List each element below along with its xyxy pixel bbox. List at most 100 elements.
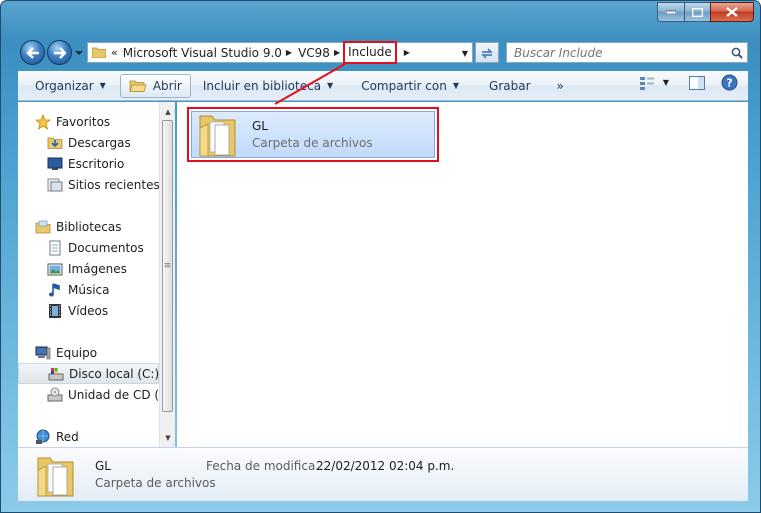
libraries-icon <box>35 219 51 235</box>
close-icon <box>726 7 738 17</box>
scroll-down-icon[interactable]: ▼ <box>160 430 176 446</box>
breadcrumb-arrow-icon[interactable]: ▶ <box>334 48 340 57</box>
open-folder-icon <box>129 80 147 92</box>
change-view-button[interactable]: ▼ <box>639 76 669 90</box>
refresh-icon <box>481 48 493 58</box>
cd-drive-icon <box>47 387 63 403</box>
star-icon <box>35 113 51 130</box>
breadcrumb-label: Include <box>348 45 392 59</box>
file-list: GL Carpeta de archivos <box>177 102 748 447</box>
navigation-tree: Favoritos Descargas Escritorio Sitios re… <box>18 102 159 447</box>
arrow-left-icon <box>25 46 39 59</box>
file-tile-highlight: GL Carpeta de archivos <box>187 107 439 162</box>
folder-icon <box>92 47 106 58</box>
nav-network[interactable]: Red <box>18 426 159 447</box>
nav-item-recent-places[interactable]: Sitios recientes <box>18 174 159 195</box>
breadcrumb-current[interactable]: Include <box>343 40 397 64</box>
include-library-menu[interactable]: Incluir en biblioteca ▼ <box>195 74 341 98</box>
nav-label: Descargas <box>68 135 131 150</box>
help-icon[interactable]: ? <box>721 74 738 91</box>
details-pane: GL Carpeta de archivos Fecha de modifica… <box>18 447 748 501</box>
nav-label: Equipo <box>56 345 98 360</box>
chevron-down-icon: ▼ <box>99 81 106 90</box>
nav-label: Red <box>56 429 79 444</box>
chevron-down-icon: ▼ <box>662 78 669 87</box>
nav-item-cd-drive[interactable]: Unidad de CD (F: <box>18 384 159 405</box>
forward-button[interactable] <box>47 40 72 65</box>
close-button[interactable] <box>710 2 754 22</box>
search-box[interactable] <box>506 42 748 63</box>
minimize-button[interactable] <box>657 2 684 22</box>
desktop-icon <box>47 156 63 172</box>
organize-menu[interactable]: Organizar ▼ <box>18 74 114 98</box>
navigation-pane: Favoritos Descargas Escritorio Sitios re… <box>18 102 175 447</box>
folder-item[interactable]: GL Carpeta de archivos <box>191 111 435 158</box>
view-options-icon <box>639 76 654 90</box>
breadcrumb-segment[interactable]: Microsoft Visual Studio 9.0 ▶ <box>120 43 295 62</box>
back-button[interactable] <box>20 40 45 65</box>
open-label: Abrir <box>152 78 182 93</box>
breadcrumb-segment[interactable]: VC98 ▶ <box>295 43 343 62</box>
scrollbar-thumb[interactable]: ≡ <box>162 120 173 412</box>
svg-text:?: ? <box>726 77 732 90</box>
nav-label: Disco local (C:) <box>69 366 159 381</box>
nav-label: Imágenes <box>68 261 127 276</box>
share-label: Compartir con <box>361 78 447 93</box>
search-icon[interactable] <box>731 47 743 59</box>
share-menu[interactable]: Compartir con ▼ <box>353 74 467 98</box>
breadcrumb-label: Microsoft Visual Studio 9.0 <box>122 45 282 60</box>
nav-libraries[interactable]: Bibliotecas <box>18 216 159 237</box>
open-button[interactable]: Abrir <box>119 73 191 98</box>
nav-item-local-disk[interactable]: Disco local (C:) <box>18 363 159 384</box>
nav-label: Favoritos <box>56 114 111 129</box>
recent-pages-dropdown[interactable] <box>74 48 84 58</box>
folder-type: Carpeta de archivos <box>252 135 373 150</box>
nav-label: Música <box>68 282 110 297</box>
breadcrumb-arrow[interactable]: ▶ <box>397 43 413 62</box>
more-commands-button[interactable]: » <box>549 74 572 98</box>
search-input[interactable] <box>514 45 714 60</box>
hard-drive-icon <box>48 366 64 382</box>
videos-icon <box>47 303 63 319</box>
nav-item-desktop[interactable]: Escritorio <box>18 153 159 174</box>
nav-label: Sitios recientes <box>68 177 159 192</box>
nav-computer[interactable]: Equipo <box>18 342 159 363</box>
recent-places-icon <box>47 177 63 193</box>
folder-name: GL <box>252 118 268 133</box>
breadcrumb-label: VC98 <box>298 45 330 60</box>
command-bar: Organizar ▼ Abrir Incluir en biblioteca … <box>18 71 748 101</box>
nav-item-videos[interactable]: Vídeos <box>18 300 159 321</box>
maximize-button[interactable] <box>684 2 710 22</box>
music-icon <box>47 282 63 298</box>
folder-icon <box>37 457 74 497</box>
address-dropdown-icon[interactable]: ▼ <box>462 49 468 58</box>
nav-label: Escritorio <box>68 156 125 171</box>
refresh-button[interactable] <box>475 42 499 63</box>
include-library-label: Incluir en biblioteca <box>202 78 322 93</box>
breadcrumb-arrow-icon: ▶ <box>403 48 410 57</box>
burn-label: Grabar <box>489 78 531 93</box>
organize-label: Organizar <box>35 78 94 93</box>
navigation-scrollbar[interactable]: ▲ ≡ ▼ <box>159 102 175 447</box>
nav-item-music[interactable]: Música <box>18 279 159 300</box>
computer-icon <box>35 345 51 361</box>
nav-item-documents[interactable]: Documentos <box>18 237 159 258</box>
nav-item-pictures[interactable]: Imágenes <box>18 258 159 279</box>
nav-favorites[interactable]: Favoritos <box>18 111 159 132</box>
nav-item-downloads[interactable]: Descargas <box>18 132 159 153</box>
chevron-down-icon: ▼ <box>327 81 334 90</box>
breadcrumb-arrow-icon[interactable]: ▶ <box>286 48 292 57</box>
burn-button[interactable]: Grabar <box>481 74 539 98</box>
address-overflow-chevron[interactable]: « <box>111 46 118 59</box>
scroll-up-icon[interactable]: ▲ <box>160 104 176 120</box>
address-bar[interactable]: « Microsoft Visual Studio 9.0 ▶ VC98 ▶ I… <box>87 40 473 64</box>
nav-label: Documentos <box>68 240 144 255</box>
preview-pane-icon[interactable] <box>689 75 705 90</box>
toolbar-right-group: ▼ ? <box>639 74 738 91</box>
nav-label: Vídeos <box>68 303 109 318</box>
folder-icon <box>199 115 236 156</box>
nav-label: Unidad de CD (F: <box>68 387 159 402</box>
details-modified-label: Fecha de modifica... <box>206 459 327 473</box>
more-label: » <box>556 78 564 93</box>
details-name: GL <box>95 459 111 473</box>
